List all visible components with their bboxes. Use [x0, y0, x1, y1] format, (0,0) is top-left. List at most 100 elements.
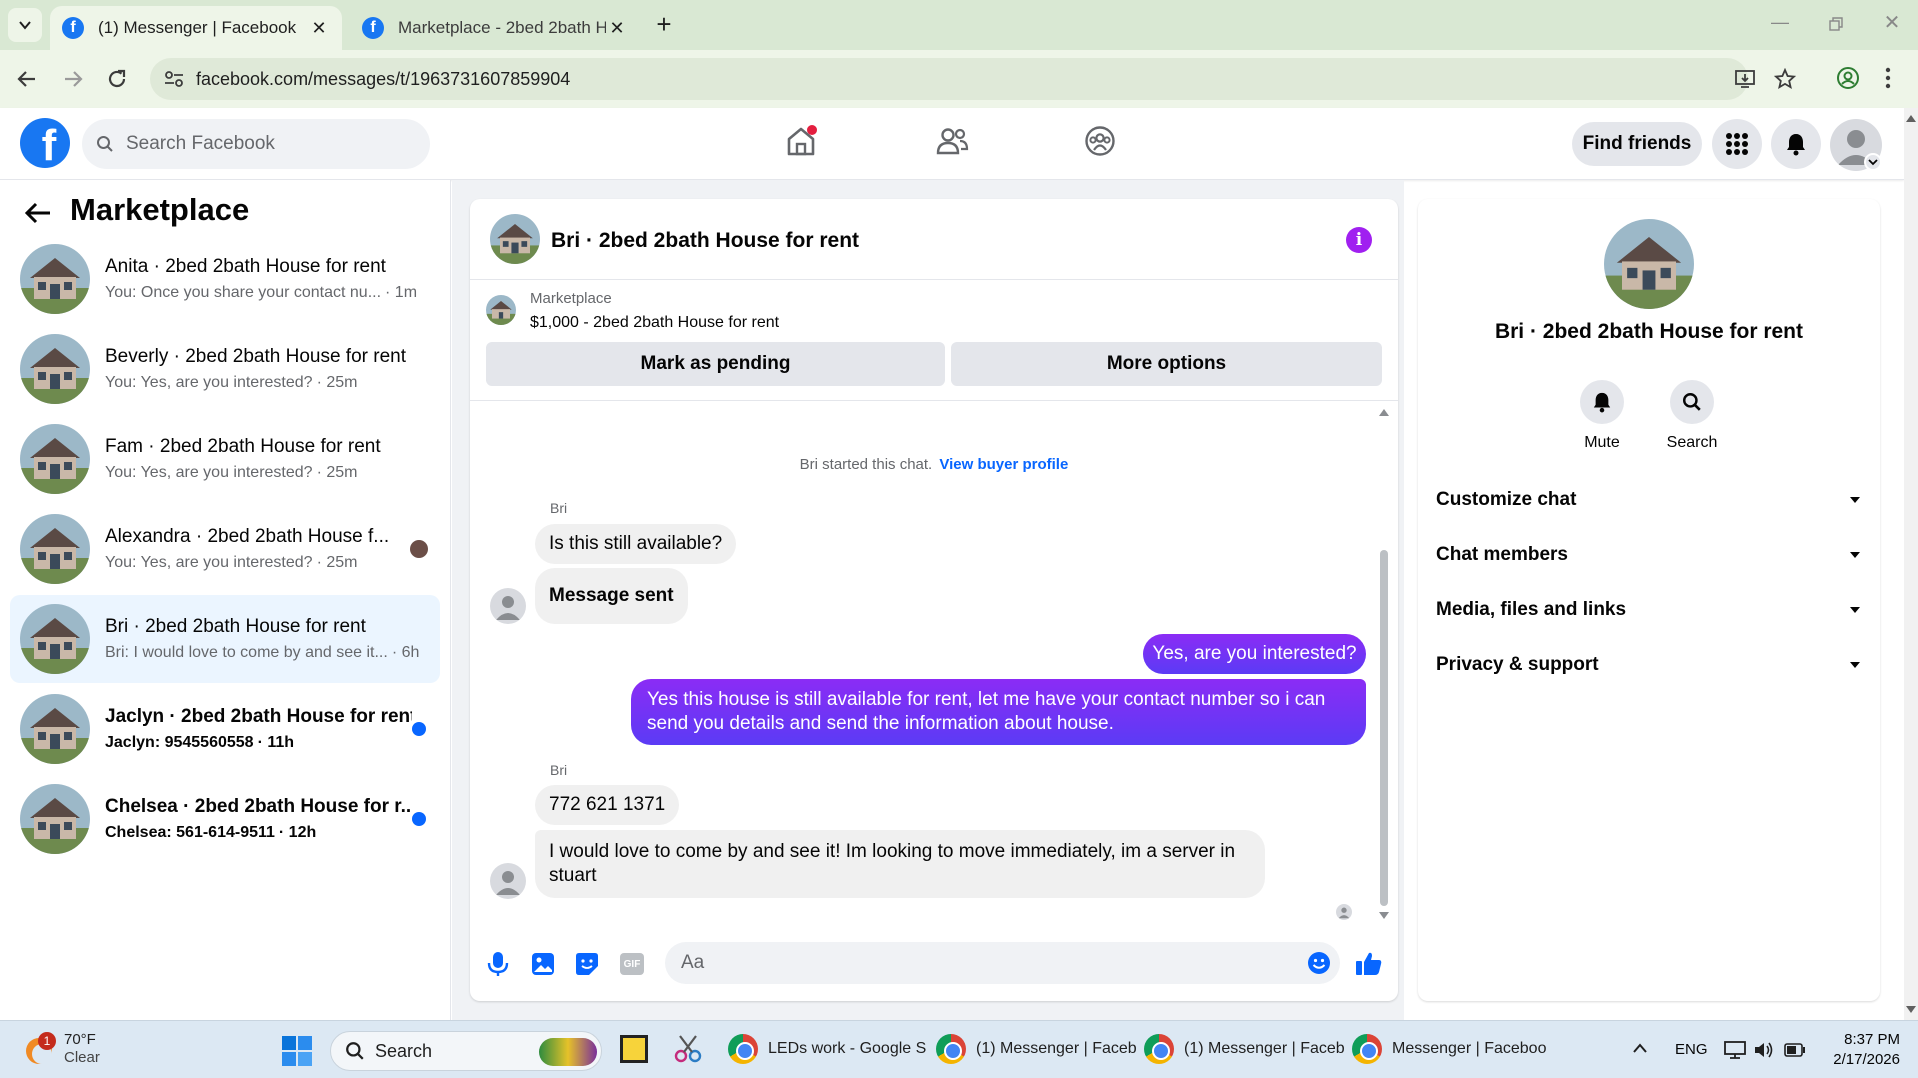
profile-button[interactable]: [1836, 66, 1860, 90]
outgoing-message[interactable]: Yes this house is still available for re…: [631, 679, 1366, 745]
grid-menu-icon: [1726, 133, 1748, 155]
chat-info-button[interactable]: i: [1346, 227, 1372, 253]
incoming-message[interactable]: I would love to come by and see it! Im l…: [535, 830, 1265, 898]
conversation-preview: You: Yes, are you interested? · 25m: [105, 464, 440, 482]
info-icon: i: [1355, 230, 1363, 250]
clock[interactable]: 8:37 PM 2/17/2026: [1820, 1030, 1900, 1070]
start-button[interactable]: [282, 1036, 312, 1066]
scroll-down-icon[interactable]: [1906, 1006, 1916, 1014]
more-options-label: More options: [1106, 353, 1227, 374]
like-button[interactable]: [1355, 950, 1383, 976]
install-app-icon[interactable]: [1734, 68, 1756, 90]
photo-button[interactable]: [531, 952, 555, 976]
incoming-message[interactable]: Is this still available?: [535, 524, 737, 564]
nav-home[interactable]: [784, 124, 818, 158]
browser-menu-button[interactable]: [1884, 66, 1892, 90]
scroll-up-icon[interactable]: [1379, 408, 1389, 416]
chat-header-avatar[interactable]: [490, 214, 540, 264]
tab-search-button[interactable]: [8, 8, 42, 42]
incoming-message[interactable]: Message sent: [535, 568, 688, 624]
sender-avatar[interactable]: [490, 863, 526, 899]
more-options-button[interactable]: More options: [951, 342, 1382, 386]
window-close-button[interactable]: ✕: [1880, 10, 1904, 34]
find-friends-button[interactable]: Find friends: [1572, 122, 1702, 166]
close-icon[interactable]: ✕: [606, 18, 628, 39]
conversation-item[interactable]: Fam · 2bed 2bath House for rent You: Yes,…: [10, 415, 440, 503]
conversation-item[interactable]: Bri · 2bed 2bath House for rent Bri: I wo…: [10, 595, 440, 683]
menu-button[interactable]: [1712, 119, 1762, 169]
conversation-preview: Chelsea: 561-614-9511 · 12h: [105, 824, 412, 842]
message-input[interactable]: Aa: [665, 942, 1340, 984]
customize-chat-section[interactable]: Customize chat: [1436, 480, 1862, 520]
back-button[interactable]: [14, 66, 40, 92]
close-icon[interactable]: ✕: [308, 18, 330, 39]
chat-scrollbar[interactable]: [1378, 404, 1390, 924]
scroll-down-icon[interactable]: [1379, 912, 1389, 920]
arrow-right-icon: [65, 71, 83, 87]
taskbar-app-chrome-messenger-2[interactable]: (1) Messenger | Faceb: [1144, 1026, 1345, 1072]
url-field[interactable]: facebook.com/messages/t/1963731607859904: [150, 58, 1796, 100]
voice-clip-button[interactable]: [487, 951, 509, 977]
view-buyer-profile-link[interactable]: View buyer profile: [939, 456, 1068, 473]
language-indicator[interactable]: ENG: [1675, 1041, 1708, 1058]
taskbar-app-chrome-messenger-1[interactable]: (1) Messenger | Faceb: [936, 1026, 1137, 1072]
media-files-links-section[interactable]: Media, files and links: [1436, 590, 1862, 630]
minimize-button[interactable]: —: [1768, 12, 1792, 36]
listing-title[interactable]: $1,000 - 2bed 2bath House for rent: [530, 314, 779, 332]
chat-title[interactable]: Bri · 2bed 2bath House for rent: [551, 229, 859, 253]
forward-button[interactable]: [60, 66, 86, 92]
network-icon[interactable]: [1724, 1040, 1746, 1060]
battery-icon[interactable]: [1784, 1043, 1806, 1057]
mark-pending-button[interactable]: Mark as pending: [486, 342, 945, 386]
restore-button[interactable]: [1824, 12, 1848, 36]
gif-button[interactable]: GIF: [620, 953, 644, 975]
scroll-thumb[interactable]: [1380, 550, 1388, 906]
conversation-item[interactable]: Alexandra · 2bed 2bath House f... You: Ye…: [10, 505, 440, 593]
taskbar-app-chrome-messenger-3[interactable]: Messenger | Faceboo: [1352, 1026, 1546, 1072]
sticker-button[interactable]: [575, 952, 599, 976]
emoji-icon[interactable]: [1307, 951, 1331, 975]
privacy-support-section[interactable]: Privacy & support: [1436, 645, 1862, 685]
chevron-down-icon: [1850, 497, 1860, 503]
show-hidden-icons-button[interactable]: [1632, 1042, 1648, 1054]
conversation-item[interactable]: Chelsea · 2bed 2bath House for r... Chels…: [10, 775, 440, 863]
friends-icon: [936, 128, 969, 155]
message-text: Message sent: [549, 585, 674, 606]
house-photo: [20, 604, 90, 674]
details-avatar[interactable]: [1604, 219, 1694, 309]
nav-groups[interactable]: [1084, 125, 1116, 157]
snipping-tool-app[interactable]: [672, 1033, 704, 1065]
sender-avatar[interactable]: [490, 588, 526, 624]
browser-tab-marketplace[interactable]: f Marketplace - 2bed 2bath House for ren…: [350, 6, 640, 50]
new-tab-button[interactable]: +: [650, 10, 678, 38]
header-divider: [470, 279, 1398, 280]
back-arrow-button[interactable]: [24, 201, 52, 225]
notifications-button[interactable]: [1771, 119, 1821, 169]
conversation-item[interactable]: Anita · 2bed 2bath House for rent You: On…: [10, 235, 440, 323]
sticky-notes-app[interactable]: [620, 1035, 648, 1063]
page-scrollbar[interactable]: [1904, 108, 1918, 1020]
star-icon[interactable]: [1774, 68, 1796, 90]
account-chevron[interactable]: [1864, 153, 1882, 171]
facebook-search-input[interactable]: Search Facebook: [82, 119, 430, 169]
home-icon: [787, 125, 817, 156]
taskbar-search[interactable]: Search: [330, 1031, 602, 1071]
outgoing-message[interactable]: Yes, are you interested?: [1143, 634, 1366, 674]
weather-widget[interactable]: 1 70°F Clear: [22, 1026, 100, 1072]
conversation-item[interactable]: Jaclyn · 2bed 2bath House for rent Jaclyn…: [10, 685, 440, 773]
chat-members-section[interactable]: Chat members: [1436, 535, 1862, 575]
preview-time: · 25m: [316, 554, 358, 571]
conversation-item[interactable]: Beverly · 2bed 2bath House for rent You: …: [10, 325, 440, 413]
scroll-up-icon[interactable]: [1906, 114, 1916, 122]
search-in-chat-button[interactable]: Search: [1660, 380, 1724, 452]
reload-button[interactable]: [104, 66, 130, 92]
listing-thumbnail[interactable]: [486, 295, 516, 325]
volume-icon[interactable]: [1753, 1040, 1775, 1060]
facebook-logo[interactable]: f: [20, 118, 70, 168]
mute-button[interactable]: Mute: [1578, 380, 1626, 452]
incoming-message[interactable]: 772 621 1371: [535, 785, 680, 825]
browser-tab-messenger[interactable]: f (1) Messenger | Facebook ✕: [50, 6, 342, 50]
taskbar-app-chrome-leds[interactable]: LEDs work - Google S: [728, 1026, 926, 1072]
nav-friends[interactable]: [935, 126, 969, 156]
site-info-icon[interactable]: [164, 70, 184, 88]
